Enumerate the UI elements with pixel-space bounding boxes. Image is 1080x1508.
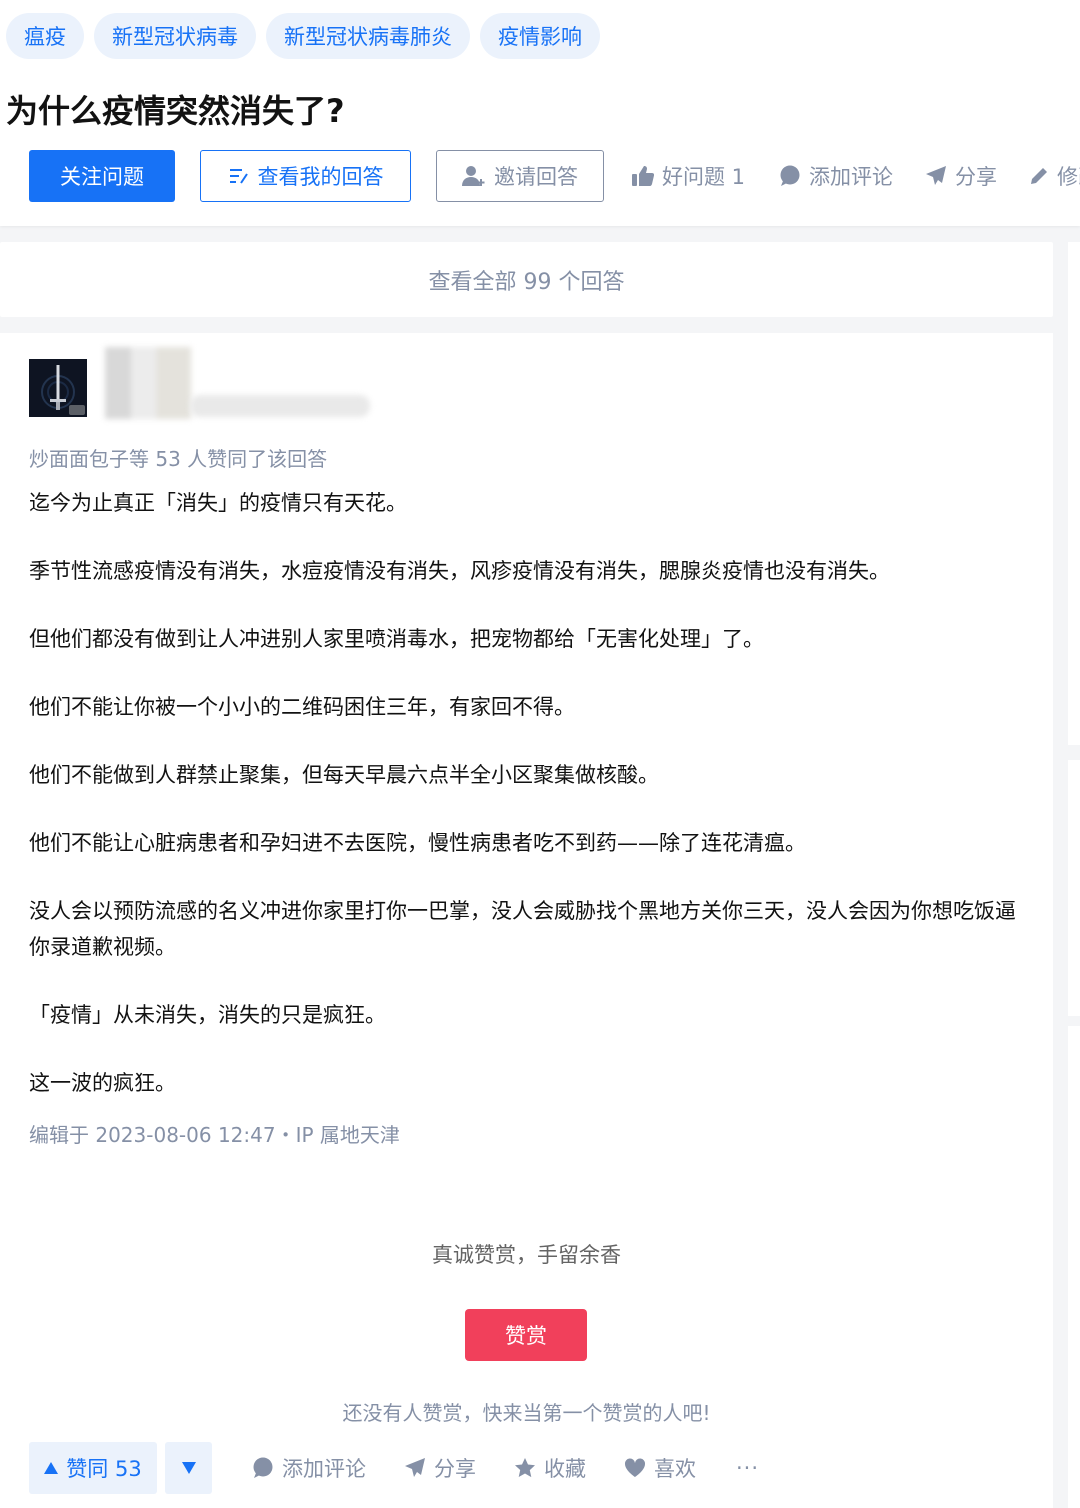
share-answer-label: 分享 <box>434 1457 476 1481</box>
comment-bubble-icon <box>779 165 801 187</box>
more-options-button[interactable]: ··· <box>736 1456 759 1480</box>
voters-summary[interactable]: 炒面面包子等 53 人赞同了该回答 <box>29 443 327 472</box>
user-plus-icon <box>462 165 486 187</box>
avatar[interactable] <box>29 359 87 417</box>
reward-button[interactable]: 赞赏 <box>465 1309 587 1361</box>
triangle-up-icon <box>44 1462 59 1474</box>
edit-question-label: 修改 <box>1057 165 1080 189</box>
answer-paragraph: 他们不能做到人群禁止聚集，但每天早晨六点半全小区聚集做核酸。 <box>29 763 659 787</box>
answer-paragraph: 但他们都没有做到让人冲进别人家里喷消毒水，把宠物都给「无害化处理」了。 <box>29 627 764 651</box>
answer-paragraph: 这一波的疯狂。 <box>29 1071 176 1095</box>
pencil-icon <box>1029 166 1049 186</box>
share-button[interactable]: 分享 <box>925 161 997 191</box>
question-header: 瘟疫 新型冠状病毒 新型冠状病毒肺炎 疫情影响 为什么疫情突然消失了? 关注问题… <box>0 0 1080 226</box>
author-name-blurred[interactable] <box>105 347 191 419</box>
sidebar-card-edge <box>1068 242 1080 745</box>
collect-label: 收藏 <box>544 1457 586 1481</box>
view-all-answers-link[interactable]: 查看全部 99 个回答 <box>0 242 1053 317</box>
upvote-label: 赞同 53 <box>66 1457 142 1481</box>
follow-question-button[interactable]: 关注问题 <box>29 150 175 202</box>
good-question-label: 好问题 1 <box>662 165 746 189</box>
edited-timestamp[interactable]: 编辑于 2023-08-06 12:47・IP 属地天津 <box>29 1119 400 1148</box>
invite-answer-button[interactable]: 邀请回答 <box>436 150 604 202</box>
list-pen-icon <box>228 166 250 186</box>
star-icon <box>514 1457 536 1479</box>
collect-button[interactable]: 收藏 <box>514 1453 586 1483</box>
answer-paragraph: 季节性流感疫情没有消失，水痘疫情没有消失，风疹疫情没有消失，腮腺炎疫情也没有消失… <box>29 559 890 583</box>
add-comment-button[interactable]: 添加评论 <box>779 161 893 191</box>
view-my-answer-button[interactable]: 查看我的回答 <box>200 150 411 202</box>
invite-answer-label: 邀请回答 <box>494 165 578 189</box>
like-label: 喜欢 <box>654 1457 696 1481</box>
reward-title: 真诚赞赏，手留余香 <box>432 1243 621 1267</box>
good-question-button[interactable]: 好问题 1 <box>632 161 745 191</box>
topic-tags: 瘟疫 新型冠状病毒 新型冠状病毒肺炎 疫情影响 <box>6 13 600 59</box>
author-bio-blurred <box>190 395 370 417</box>
comment-bubble-icon <box>252 1457 274 1479</box>
comment-label: 添加评论 <box>282 1457 366 1481</box>
heart-icon <box>624 1458 646 1478</box>
reward-note: 还没有人赞赏，快来当第一个赞赏的人吧! <box>342 1401 711 1425</box>
question-title: 为什么疫情突然消失了? <box>6 92 345 130</box>
downvote-button[interactable] <box>165 1442 212 1494</box>
view-my-answer-label: 查看我的回答 <box>257 165 384 189</box>
question-actions: 关注问题 查看我的回答 邀请回答 好问题 1 添加评论 分享 修 <box>29 150 1080 202</box>
paper-plane-icon <box>404 1457 426 1479</box>
answer-paragraph: 没人会以预防流感的名义冲进你家里打你一巴掌，没人会威胁找个黑地方关你三天，没人会… <box>29 899 1016 959</box>
upvote-button[interactable]: 赞同 53 <box>29 1442 157 1494</box>
answer-paragraph: 迄今为止真正「消失」的疫情只有天花。 <box>29 491 407 515</box>
topic-tag[interactable]: 新型冠状病毒 <box>94 13 256 59</box>
answer-actions: 赞同 53 添加评论 分享 收藏 喜欢 ··· <box>29 1442 759 1494</box>
edit-question-button[interactable]: 修改 <box>1029 161 1080 191</box>
add-comment-label: 添加评论 <box>809 165 894 189</box>
answer-paragraph: 他们不能让心脏病患者和孕妇进不去医院，慢性病患者吃不到药——除了连花清瘟。 <box>29 831 806 855</box>
triangle-down-icon <box>181 1462 196 1474</box>
topic-tag[interactable]: 瘟疫 <box>6 13 84 59</box>
share-label: 分享 <box>955 165 998 189</box>
answer-card: 炒面面包子等 53 人赞同了该回答 迄今为止真正「消失」的疫情只有天花。 季节性… <box>0 333 1053 1508</box>
answer-content: 迄今为止真正「消失」的疫情只有天花。 季节性流感疫情没有消失，水痘疫情没有消失，… <box>29 485 1019 1133</box>
answer-paragraph: 「疫情」从未消失，消失的只是疯狂。 <box>29 1003 386 1027</box>
comment-button[interactable]: 添加评论 <box>252 1453 366 1483</box>
topic-tag[interactable]: 新型冠状病毒肺炎 <box>266 13 470 59</box>
sidebar-card-edge <box>1068 760 1080 1016</box>
topic-tag[interactable]: 疫情影响 <box>480 13 600 59</box>
answer-paragraph: 他们不能让你被一个小小的二维码困住三年，有家回不得。 <box>29 695 575 719</box>
share-answer-button[interactable]: 分享 <box>404 1453 476 1483</box>
paper-plane-icon <box>925 165 947 187</box>
thumb-up-icon <box>632 166 654 186</box>
sidebar-card-edge <box>1068 1026 1080 1508</box>
like-button[interactable]: 喜欢 <box>624 1453 696 1483</box>
